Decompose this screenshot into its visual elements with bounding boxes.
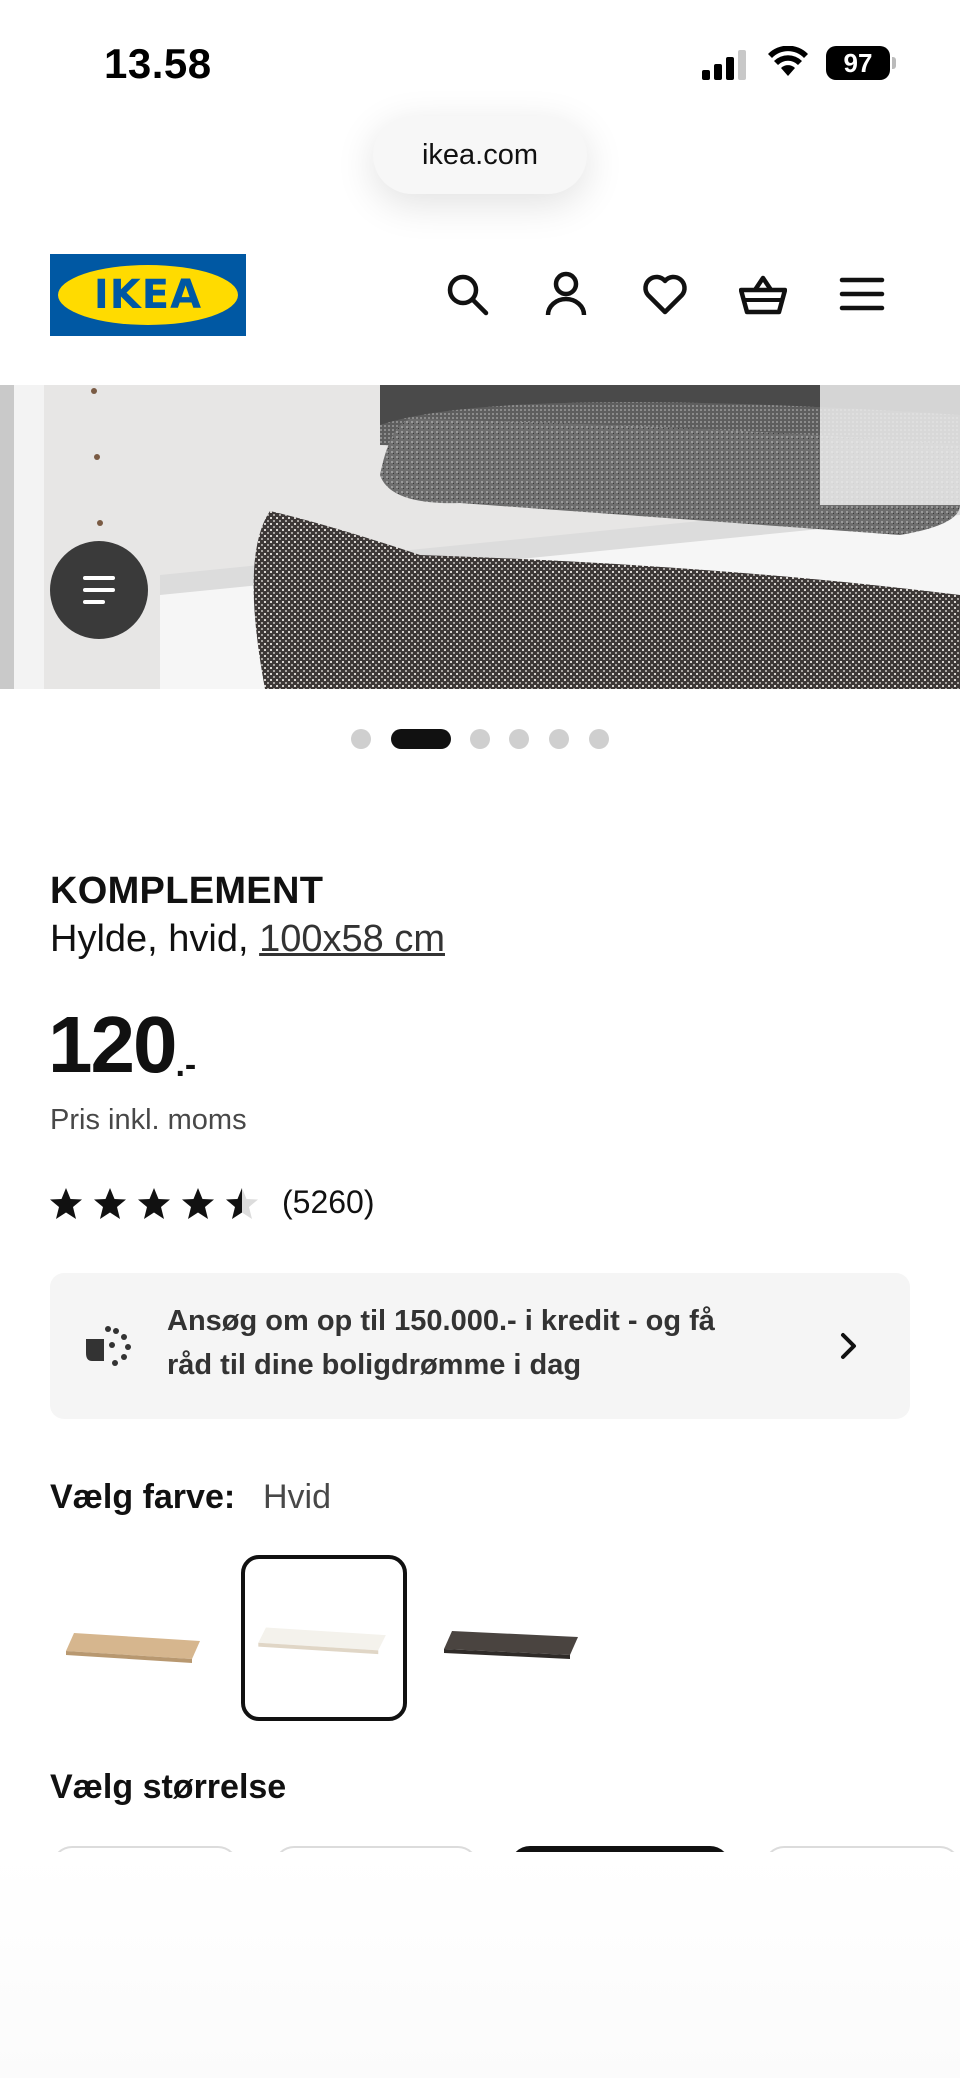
status-bar: 13.58 97 xyxy=(0,0,960,110)
menu-icon[interactable] xyxy=(838,270,886,318)
carousel-dot[interactable] xyxy=(589,729,609,749)
carousel-dot-active[interactable] xyxy=(391,729,451,749)
credit-banner[interactable]: Ansøg om op til 150.000.- i kredit - og … xyxy=(50,1273,910,1419)
credit-banner-line1: Ansøg om op til 150.000.- i kredit - og … xyxy=(167,1305,715,1337)
product-name: KOMPLEMENT xyxy=(50,870,324,912)
credit-banner-line2: råd til dine boligdrømme i dag xyxy=(167,1349,582,1381)
piggy-bank-coins-icon xyxy=(86,1326,131,1366)
color-selector-value: Hvid xyxy=(263,1478,332,1516)
star-icon xyxy=(50,1188,82,1219)
star-half-icon xyxy=(226,1188,258,1219)
url-bar[interactable]: ikea.com xyxy=(373,116,587,194)
status-time: 13.58 xyxy=(104,40,212,87)
shelf-wood-image xyxy=(66,1633,200,1663)
wifi-icon xyxy=(768,46,808,76)
rating-count[interactable]: (5260) xyxy=(282,1184,375,1221)
star-icon xyxy=(138,1188,170,1219)
price-note: Pris inkl. moms xyxy=(50,1104,247,1136)
color-selector-label: Vælg farve: xyxy=(50,1478,236,1516)
user-icon[interactable] xyxy=(542,270,590,318)
carousel-dot[interactable] xyxy=(351,729,371,749)
heart-icon[interactable] xyxy=(641,270,689,318)
search-icon[interactable] xyxy=(443,270,491,318)
carousel-dot[interactable] xyxy=(549,729,569,749)
credit-banner-text: Ansøg om op til 150.000.- i kredit - og … xyxy=(167,1299,787,1387)
product-description: Hylde, hvid, 100x58 cm xyxy=(50,918,445,961)
ikea-logo[interactable]: IKEA xyxy=(50,254,246,336)
product-description-text: Hylde, hvid, xyxy=(50,918,260,960)
color-option-dark[interactable] xyxy=(430,1555,596,1721)
battery-level: 97 xyxy=(826,46,890,80)
shelf-dark-image xyxy=(444,1631,578,1659)
product-price: 120 .- xyxy=(48,1000,196,1090)
size-selector-label: Vælg størrelse xyxy=(50,1768,287,1806)
image-overlay-menu-button[interactable] xyxy=(50,541,148,639)
cellular-signal-icon xyxy=(702,50,746,80)
star-icon xyxy=(182,1188,214,1219)
shelf-white-image xyxy=(258,1627,386,1655)
price-integer: 120 xyxy=(48,1000,177,1089)
product-image[interactable] xyxy=(0,385,960,689)
rating-stars[interactable] xyxy=(48,1186,268,1222)
carousel-indicator xyxy=(0,727,960,751)
page-bottom xyxy=(0,1852,960,2078)
star-icon xyxy=(94,1188,126,1219)
basket-icon[interactable] xyxy=(738,270,788,318)
product-photo xyxy=(0,385,960,689)
chevron-right-icon xyxy=(841,1333,856,1359)
product-size-link[interactable]: 100x58 cm xyxy=(259,918,445,960)
list-icon xyxy=(83,576,115,604)
color-option-white[interactable] xyxy=(241,1555,407,1721)
carousel-dot[interactable] xyxy=(470,729,490,749)
carousel-dot[interactable] xyxy=(509,729,529,749)
logo-text: IKEA xyxy=(93,272,203,318)
color-option-wood[interactable] xyxy=(52,1555,218,1721)
battery-icon: 97 xyxy=(826,46,896,80)
